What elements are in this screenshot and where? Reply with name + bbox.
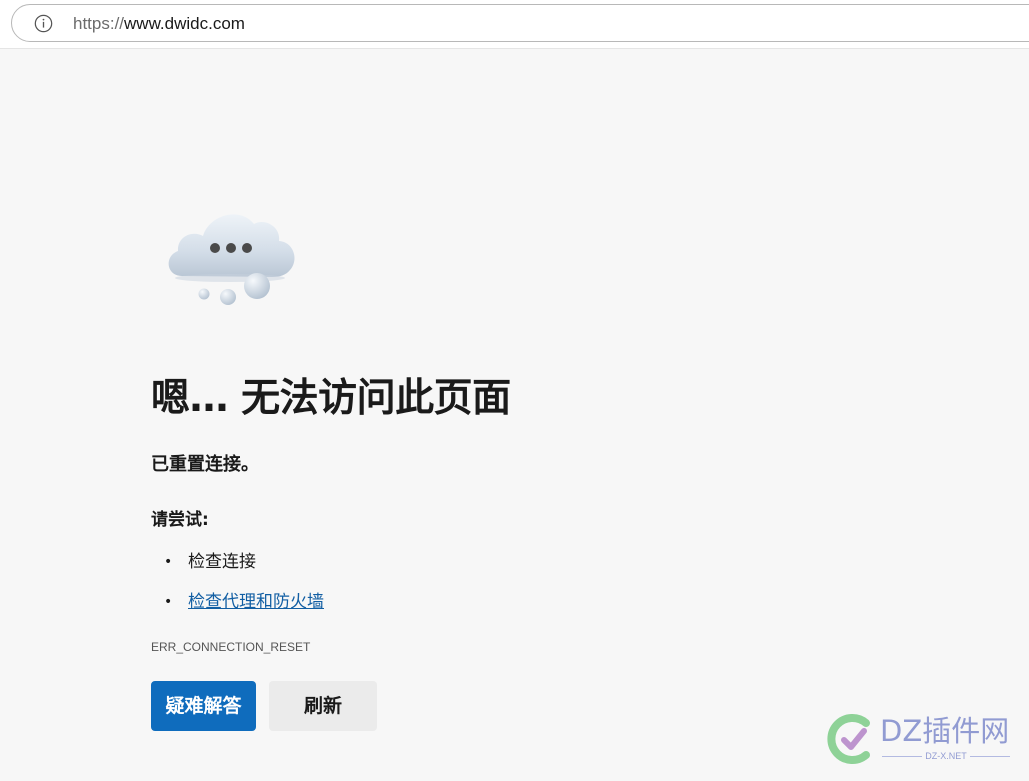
troubleshoot-button[interactable]: 疑难解答 <box>151 681 256 731</box>
url-scheme: https:// <box>73 14 125 33</box>
watermark: DZ插件网 DZ-X.NET <box>826 711 1026 771</box>
watermark-logo <box>827 714 870 764</box>
watermark-divider <box>970 756 1010 757</box>
cloud-ellipsis-icon <box>168 214 295 305</box>
error-summary: 已重置连接。 <box>151 454 259 475</box>
error-code: ERR_CONNECTION_RESET <box>151 640 311 654</box>
bullet-icon: • <box>164 594 173 610</box>
watermark-main-text: DZ插件网 <box>880 714 1010 748</box>
bullet-icon: • <box>164 554 173 570</box>
address-bar-area: https://www.dwidc.com <box>0 0 1029 49</box>
suggestion-text: 检查连接 <box>188 552 256 572</box>
url-text[interactable]: https://www.dwidc.com <box>73 14 245 34</box>
info-icon[interactable] <box>34 14 53 33</box>
url-host: www.dwidc.com <box>124 14 245 33</box>
address-bar[interactable]: https://www.dwidc.com <box>11 4 1029 42</box>
check-proxy-firewall-link[interactable]: 检查代理和防火墙 <box>188 586 324 618</box>
refresh-button[interactable]: 刷新 <box>269 681 377 731</box>
page-title: 嗯… 无法访问此页面 <box>151 376 511 421</box>
try-heading: 请尝试: <box>151 510 209 530</box>
